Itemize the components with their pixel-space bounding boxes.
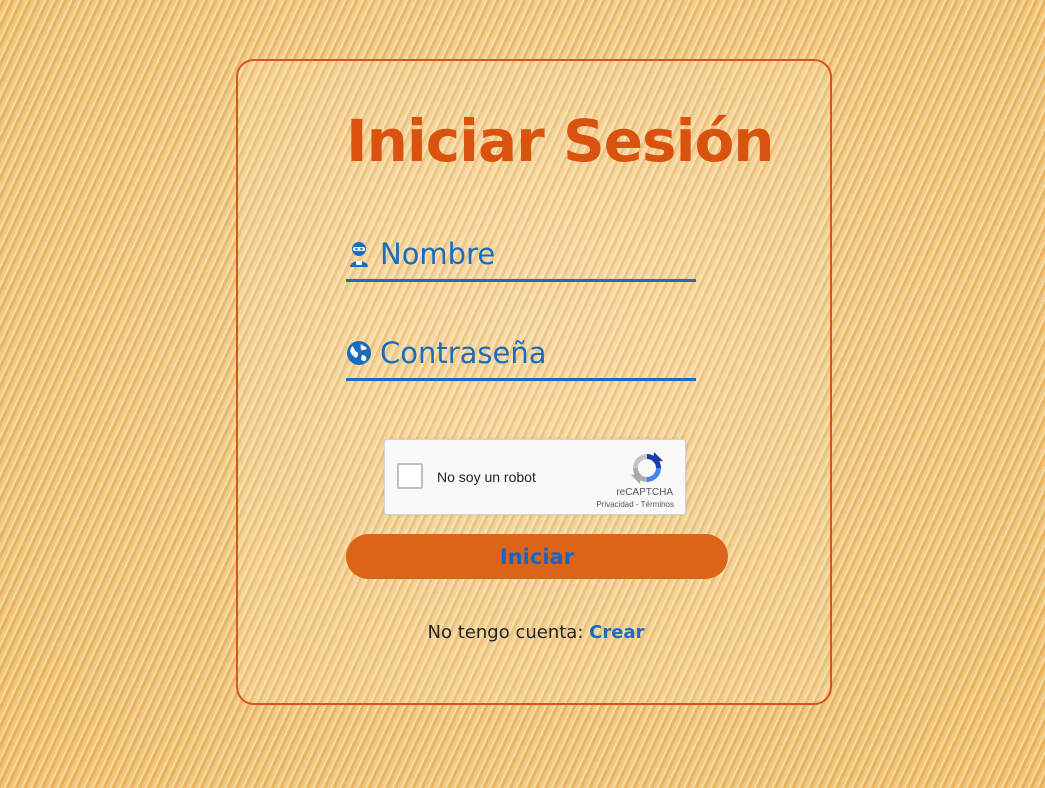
create-account-link[interactable]: Crear	[589, 622, 644, 643]
recaptcha-terms-link[interactable]: Términos	[641, 500, 674, 509]
recaptcha-label: No soy un robot	[437, 469, 536, 485]
recaptcha-links: Privacidad - Términos	[596, 500, 674, 509]
password-input[interactable]	[380, 336, 680, 370]
globe-icon	[346, 340, 372, 366]
page-title: Iniciar Sesión	[346, 107, 775, 175]
recaptcha-checkbox[interactable]	[397, 463, 423, 489]
recaptcha-logo-icon	[629, 450, 665, 486]
recaptcha-brand: reCAPTCHA	[616, 487, 673, 498]
recaptcha-separator: -	[635, 500, 639, 509]
username-input[interactable]	[380, 237, 680, 271]
signup-prompt: No tengo cuenta: Crear	[238, 622, 834, 643]
login-button[interactable]: Iniciar	[346, 534, 728, 579]
username-field-container	[346, 229, 696, 282]
recaptcha-privacy-link[interactable]: Privacidad	[596, 500, 633, 509]
user-robot-icon	[346, 241, 372, 267]
no-account-text: No tengo cuenta:	[427, 622, 584, 643]
recaptcha-widget: No soy un robot reCAPTCHA Privacidad - T…	[384, 439, 686, 515]
password-field-container	[346, 328, 696, 381]
login-card: Iniciar Sesión No soy un	[236, 59, 832, 705]
